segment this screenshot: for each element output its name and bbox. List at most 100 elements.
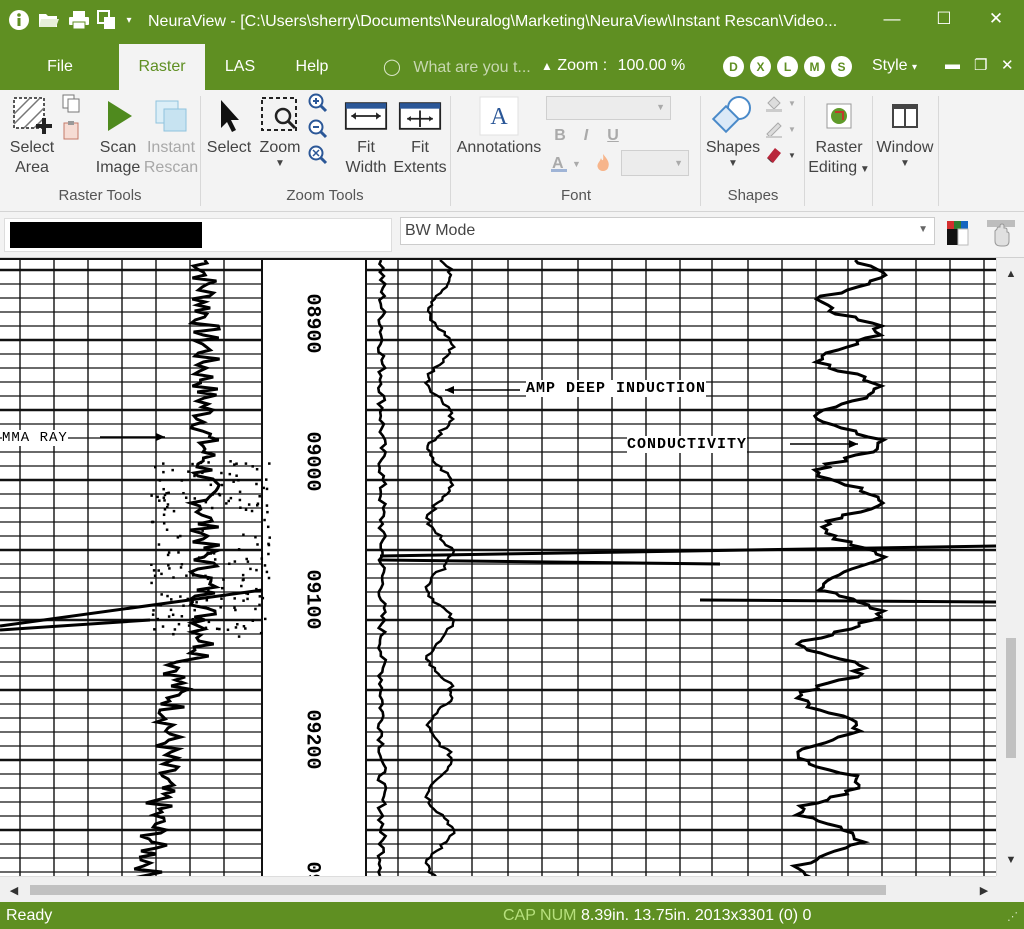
raster-editing-icon xyxy=(817,94,861,138)
tab-file[interactable]: File xyxy=(30,44,90,90)
chevron-down-icon: ▼ xyxy=(728,158,738,169)
font-color-icon[interactable]: A ▼ xyxy=(550,153,584,173)
close-button[interactable]: ✕ xyxy=(976,6,1016,32)
scroll-down-icon[interactable]: ▼ xyxy=(1001,850,1021,870)
shortcut-x-icon[interactable]: X xyxy=(750,56,771,77)
underline-button[interactable]: U xyxy=(603,126,623,146)
window-icon xyxy=(883,94,927,138)
zoom-value: 100.00 % xyxy=(617,57,686,74)
chevron-down-icon: ▼ xyxy=(857,164,870,175)
fit-width-label-1: Fit xyxy=(357,139,375,156)
shapes-group-label: Shapes xyxy=(727,187,779,204)
scroll-up-icon[interactable]: ▲ xyxy=(1001,264,1021,284)
scroll-left-icon[interactable]: ◀ xyxy=(4,880,24,900)
svg-text:A: A xyxy=(490,104,508,130)
open-folder-icon[interactable] xyxy=(38,9,60,31)
log-image-viewer[interactable]: 08900 09000 09100 09200 09 MMA RAY AMP D… xyxy=(0,258,996,876)
chevron-down-icon: ▼ xyxy=(656,102,665,112)
depth-text-09200: 09200 xyxy=(300,709,324,770)
tab-raster[interactable]: Raster xyxy=(119,44,205,90)
pan-hand-icon[interactable] xyxy=(986,218,1016,251)
window-label: Window xyxy=(876,139,934,156)
tab-las[interactable]: LAS xyxy=(214,44,266,90)
resize-grip-icon[interactable]: ⋰ xyxy=(1007,910,1018,923)
fire-icon[interactable] xyxy=(593,153,613,173)
shapes-label: Shapes xyxy=(705,139,761,156)
copy-icon[interactable] xyxy=(61,94,81,114)
status-info: 8.39in. 13.75in. 2013x3301 (0) 0 xyxy=(581,907,812,924)
eraser-icon[interactable]: ▼ xyxy=(764,145,798,165)
fit-extents-button[interactable]: Fit Extents xyxy=(393,94,447,178)
divider xyxy=(450,96,451,206)
select-area-label-2: Area xyxy=(15,159,49,176)
zoom-fit-icon[interactable] xyxy=(308,145,328,165)
shapes-button[interactable]: Shapes ▼ xyxy=(705,94,761,169)
zoom-region-icon xyxy=(258,94,302,138)
scroll-thumb[interactable] xyxy=(1006,638,1016,758)
select-tool-label: Select xyxy=(206,139,252,156)
paste-icon[interactable] xyxy=(61,120,81,140)
fit-extents-label-2: Extents xyxy=(393,159,447,176)
customize-qat-icon[interactable]: ▾ xyxy=(122,9,136,31)
divider xyxy=(700,96,701,206)
tab-help[interactable]: Help xyxy=(282,44,342,90)
style-menu[interactable]: Style ▾ xyxy=(872,57,917,75)
line-color-icon[interactable]: ▼ xyxy=(764,119,798,139)
depth-text-09: 09 xyxy=(300,861,324,876)
fit-extents-label-1: Fit xyxy=(411,139,429,156)
italic-button[interactable]: I xyxy=(576,126,596,146)
play-icon xyxy=(96,94,140,138)
mode-select[interactable]: BW Mode ▼ xyxy=(400,217,935,245)
doc-close-button[interactable]: ✕ xyxy=(1001,56,1014,74)
shortcut-m-icon[interactable]: M xyxy=(804,56,825,77)
fit-width-label-2: Width xyxy=(345,159,387,176)
scroll-thumb[interactable] xyxy=(30,885,886,895)
font-family-select[interactable]: ▼ xyxy=(546,96,671,120)
font-size-select[interactable]: ▼ xyxy=(621,150,689,176)
scroll-corner xyxy=(996,876,1024,902)
vertical-scrollbar[interactable]: ▲ ▼ xyxy=(996,258,1024,876)
rescan-icon xyxy=(149,94,193,138)
minimize-button[interactable]: — xyxy=(872,6,912,32)
style-label: Style xyxy=(872,57,908,74)
shortcut-s-icon[interactable]: S xyxy=(831,56,852,77)
zoom-in-icon[interactable] xyxy=(308,93,328,113)
zoom-tool-label: Zoom xyxy=(259,139,301,156)
horizontal-scrollbar[interactable]: ◀ ▶ xyxy=(0,876,996,902)
annotations-button[interactable]: A Annotations xyxy=(453,94,545,158)
bold-button[interactable]: B xyxy=(550,126,570,146)
tell-me-search[interactable]: ◯ What are you t... xyxy=(383,57,531,77)
zoom-tool-button[interactable]: Zoom ▼ xyxy=(256,94,304,169)
window-button[interactable]: Window ▼ xyxy=(874,94,936,169)
maximize-button[interactable]: ☐ xyxy=(924,6,964,32)
fit-width-button[interactable]: Fit Width xyxy=(340,94,392,178)
select-area-button[interactable]: Select Area xyxy=(8,94,56,178)
fill-color-icon[interactable]: ▼ xyxy=(764,93,798,113)
instant-rescan-button[interactable]: Instant Rescan xyxy=(144,94,198,178)
chevron-down-icon: ▼ xyxy=(275,158,285,169)
svg-text:▼: ▼ xyxy=(572,159,581,169)
font-group-label: Font xyxy=(560,187,591,204)
color-palette-icon[interactable] xyxy=(946,220,970,249)
zoom-out-icon[interactable] xyxy=(308,119,328,139)
select-tool-button[interactable]: Select xyxy=(206,94,252,158)
raster-editing-text: Editing xyxy=(808,159,858,176)
info-icon[interactable] xyxy=(8,9,30,31)
doc-restore-button[interactable]: ❐ xyxy=(974,56,987,74)
shortcut-d-icon[interactable]: D xyxy=(723,56,744,77)
depth-label: 09200 xyxy=(288,708,336,788)
svg-text:▼: ▼ xyxy=(788,99,796,108)
collapse-icon[interactable]: ▲ xyxy=(541,59,553,73)
scroll-right-icon[interactable]: ▶ xyxy=(974,880,994,900)
shortcut-l-icon[interactable]: L xyxy=(777,56,798,77)
log-raster-image xyxy=(0,260,996,876)
doc-minimize-button[interactable]: ▬ xyxy=(945,56,960,73)
print-icon[interactable] xyxy=(68,9,90,31)
raster-editing-button[interactable]: Raster Editing ▼ xyxy=(806,94,872,180)
copy-icon[interactable] xyxy=(96,9,118,31)
scan-image-button[interactable]: Scan Image xyxy=(94,94,142,178)
depth-text-09100: 09100 xyxy=(300,569,324,630)
divider xyxy=(872,96,873,206)
select-area-label-1: Select xyxy=(9,139,55,156)
fit-width-icon xyxy=(344,94,388,138)
